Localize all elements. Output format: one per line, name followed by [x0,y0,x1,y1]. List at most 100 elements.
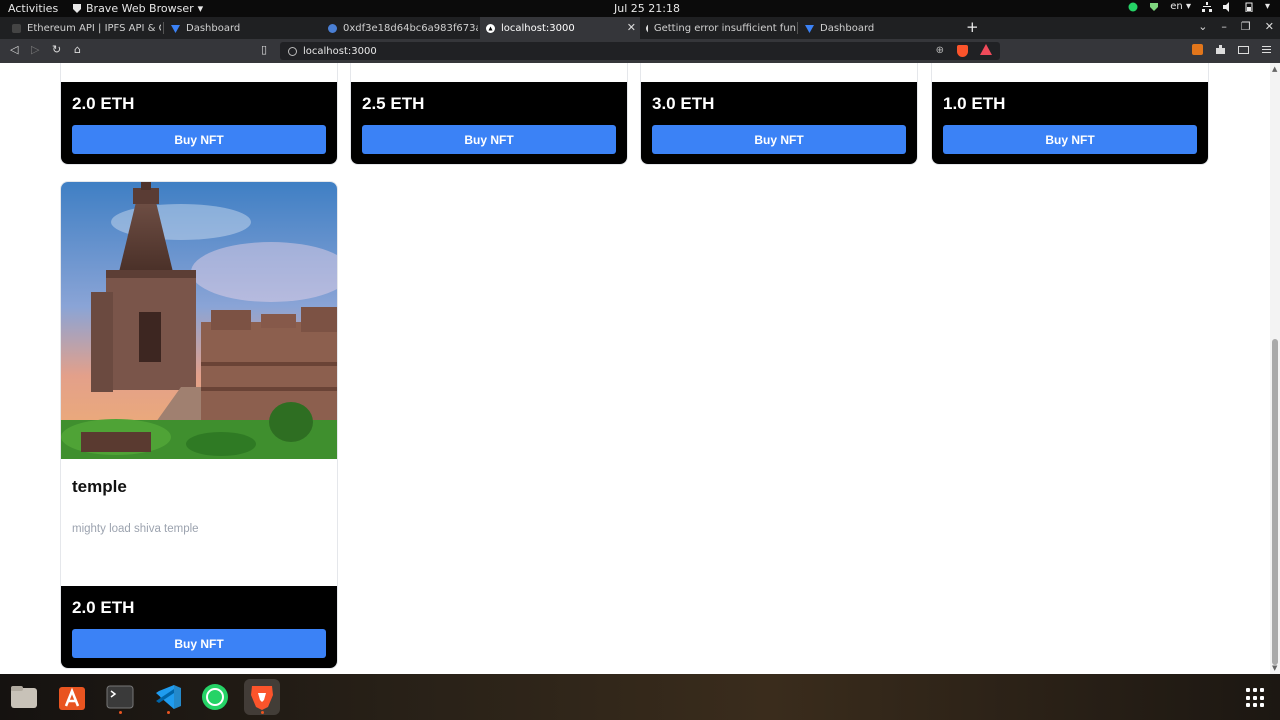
tab-title: Getting error insufficient fun [653,22,796,34]
language-label: en [1170,1,1183,12]
ubuntu-dock [0,674,1280,720]
tab-title: 0xdf3e18d64bc6a983f673ab3 [343,22,478,34]
scrollbar-thumb[interactable] [1272,339,1278,665]
brave-lion-icon [73,4,81,13]
running-indicator [261,711,264,714]
language-indicator[interactable]: en ▾ [1170,1,1191,12]
bookmark-icon[interactable]: ▯ [261,43,267,56]
scroll-down-icon[interactable]: ▼ [1272,664,1277,672]
tab-title: Dashboard [186,22,241,34]
nft-price: 3.0 ETH [652,94,715,113]
url-text[interactable]: localhost:3000 [303,46,377,57]
tab-title: Ethereum API | IPFS API & Gat [27,22,161,34]
network-icon[interactable] [1201,1,1212,12]
whatsapp-tray-icon[interactable] [1128,2,1138,12]
nft-card: 1.0 ETH Buy NFT [931,63,1209,165]
nft-card: 2.5 ETH Buy NFT [350,63,628,165]
activities-button[interactable]: Activities [8,2,58,15]
window-controls: ⌄ – ❐ ✕ [1198,20,1274,33]
nft-price: 2.0 ETH [72,598,135,617]
show-applications-icon[interactable] [1246,688,1266,708]
nft-price: 1.0 ETH [943,94,1006,113]
tab-divider [163,22,164,34]
home-icon[interactable]: ⌂ [74,43,81,56]
buy-nft-button[interactable]: Buy NFT [652,125,906,154]
whatsapp-icon[interactable] [197,679,233,715]
tab-title: localhost:3000 [501,22,575,34]
card-body [932,63,1208,82]
site-info-icon[interactable] [288,46,297,56]
tab-title: Dashboard [820,22,875,34]
nft-description: mighty load shiva temple [72,523,199,535]
tab-etherscan-address[interactable]: 0xdf3e18d64bc6a983f673ab3 [322,17,478,39]
app-menu[interactable]: Brave Web Browser ▾ [72,2,203,15]
buy-nft-button[interactable]: Buy NFT [72,125,326,154]
close-window-icon[interactable]: ✕ [1265,20,1274,33]
dashboard-favicon-icon [171,24,180,33]
nextjs-favicon-icon [486,23,495,33]
chevron-down-icon[interactable]: ▾ [1265,1,1270,12]
card-footer: 2.5 ETH Buy NFT [351,82,627,164]
running-indicator [167,711,170,714]
card-footer: 2.0 ETH Buy NFT [61,82,337,164]
system-tray[interactable]: en ▾ ▾ [1128,1,1270,12]
card-body [351,63,627,82]
tab-ethereum-api[interactable]: Ethereum API | IPFS API & Gat [6,17,161,39]
page-scrollbar[interactable]: ▲ ▼ [1270,63,1280,674]
system-top-bar: Activities Brave Web Browser ▾ Jul 25 21… [0,0,1280,17]
forward-icon[interactable]: ▷ [31,43,39,56]
scroll-up-icon[interactable]: ▲ [1272,65,1277,73]
brave-shields-icon[interactable] [957,45,968,57]
brave-icon[interactable] [244,679,280,715]
tab-localhost[interactable]: localhost:3000 ✕ [480,17,640,39]
brave-rewards-icon[interactable] [980,44,992,55]
whatsapp-glyph-icon [202,684,228,710]
buy-nft-button[interactable]: Buy NFT [72,629,326,658]
battery-icon[interactable] [1244,2,1254,12]
tab-dashboard[interactable]: Dashboard [165,17,320,39]
nft-card: 2.0 ETH Buy NFT [60,63,338,165]
tab-divider [797,22,798,34]
reload-icon[interactable]: ↻ [52,43,61,56]
wallet-icon[interactable] [1238,44,1249,55]
tab-github-issue[interactable]: Getting error insufficient fun [640,17,796,39]
terminal-icon[interactable] [102,679,138,715]
menu-icon[interactable] [1261,44,1272,55]
minimize-icon[interactable]: – [1221,20,1227,33]
volume-icon[interactable] [1222,1,1233,12]
toolbar-actions [1192,44,1272,55]
nft-card-temple: temple mighty load shiva temple 2.0 ETH … [60,181,338,669]
files-icon[interactable] [6,679,42,715]
files-glyph-icon [11,686,37,708]
card-footer: 3.0 ETH Buy NFT [641,82,917,164]
shield-tray-icon[interactable] [1149,2,1159,12]
nft-card: 3.0 ETH Buy NFT [640,63,918,165]
nft-price: 2.5 ETH [362,94,425,113]
vscode-glyph-icon [156,685,181,709]
chevron-down-icon: ▾ [197,2,204,15]
metamask-icon[interactable] [1192,44,1203,55]
card-body [61,63,337,82]
close-tab-icon[interactable]: ✕ [627,21,636,34]
extensions-icon[interactable] [1215,44,1226,55]
terminal-glyph-icon [106,685,134,709]
nft-image-temple[interactable] [61,182,338,459]
new-tab-button[interactable]: + [966,18,979,36]
nft-name: temple [72,477,127,496]
clock[interactable]: Jul 25 21:18 [614,2,680,15]
zoom-icon[interactable]: ⊕ [936,45,944,56]
card-body [641,63,917,82]
tab-search-chevron-icon[interactable]: ⌄ [1198,20,1207,33]
nft-price: 2.0 ETH [72,94,135,113]
etherscan-favicon-icon [328,23,337,33]
tab-dashboard-2[interactable]: Dashboard [799,17,957,39]
buy-nft-button[interactable]: Buy NFT [362,125,616,154]
vscode-icon[interactable] [150,679,186,715]
address-bar[interactable]: localhost:3000 ⊕ [280,42,1000,60]
brave-glyph-icon [251,686,273,710]
card-footer: 1.0 ETH Buy NFT [932,82,1208,164]
restore-icon[interactable]: ❐ [1241,20,1251,33]
back-icon[interactable]: ◁ [10,43,18,56]
software-center-icon[interactable] [54,679,90,715]
buy-nft-button[interactable]: Buy NFT [943,125,1197,154]
